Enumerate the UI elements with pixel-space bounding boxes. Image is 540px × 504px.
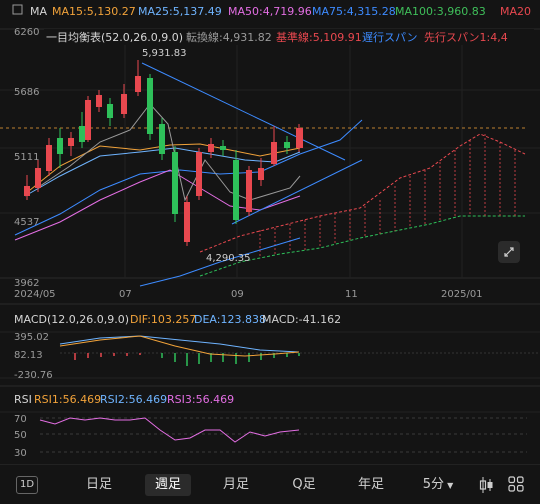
ichimoku-label[interactable]: 一目均衡表(52.0,26.0,9.0) — [46, 30, 183, 44]
kijun-value: 基準線:5,109.91 — [276, 30, 362, 44]
tab-yearly[interactable]: 年足 — [348, 474, 394, 496]
ma-label[interactable]: MA — [30, 5, 47, 18]
period-toolbar: 1D 日足 週足 月足 Q足 年足 5分 ▼ — [0, 464, 540, 504]
tab-monthly[interactable]: 月足 — [213, 474, 259, 496]
macd-tick: -230.76 — [14, 370, 53, 381]
chart-canvas[interactable]: MA MA15:5,130.27 MA25:5,137.49 MA50:4,71… — [0, 0, 540, 464]
candlesticks — [24, 60, 303, 246]
macd-tick: 395.02 — [14, 332, 49, 343]
ma25-value: MA25:5,137.49 — [138, 5, 222, 18]
time-tick: 2025/01 — [441, 289, 483, 300]
rsi-tick: 30 — [14, 448, 27, 459]
interval-label: 5分 — [422, 477, 445, 492]
ma100-value: MA100:3,960.83 — [395, 5, 486, 18]
tenkan-value: 転換線:4,931.82 — [186, 30, 272, 44]
rsi1-value: RSI1:56.469 — [34, 393, 101, 406]
time-tick: 11 — [345, 289, 358, 300]
time-tick: 2024/05 — [14, 289, 56, 300]
macd-tick: 82.13 — [14, 350, 43, 361]
time-tick: 09 — [231, 289, 244, 300]
macd-label[interactable]: MACD(12.0,26.0,9.0) — [14, 313, 129, 326]
price-tick: 3962 — [14, 278, 39, 289]
senkou-value: 先行スパン1:4,4 — [424, 31, 508, 44]
stock-chart-screen: MA MA15:5,130.27 MA25:5,137.49 MA50:4,71… — [0, 0, 540, 504]
rsi-label[interactable]: RSI — [14, 393, 32, 406]
price-tick: 5111 — [14, 152, 39, 163]
ma15-value: MA15:5,130.27 — [52, 5, 136, 18]
rsi-tick: 50 — [14, 430, 27, 441]
ma-legend: MA MA15:5,130.27 MA25:5,137.49 MA50:4,71… — [12, 4, 531, 18]
dea-line — [59, 335, 300, 353]
tab-daily[interactable]: 日足 — [76, 474, 122, 496]
rsi-tick: 70 — [14, 414, 27, 425]
tab-quarterly[interactable]: Q足 — [281, 474, 327, 496]
ma75-value: MA75:4,315.28 — [312, 5, 396, 18]
one-day-icon[interactable]: 1D — [16, 476, 38, 494]
price-tick: 6260 — [14, 27, 39, 38]
dea-value: DEA:123.838 — [194, 313, 266, 326]
low-price-annotation: 4,290.35 — [206, 253, 251, 264]
chikou-value: 遅行スパン — [362, 31, 418, 44]
price-tick: 5686 — [14, 87, 39, 98]
caret-down-icon: ▼ — [447, 481, 454, 490]
ma50-value: MA50:4,719.96 — [228, 5, 312, 18]
ma200-value: MA20 — [500, 5, 531, 18]
price-tick: 4537 — [14, 217, 39, 228]
macd-value: MACD:-41.162 — [262, 313, 341, 326]
macd-panel: MACD(12.0,26.0,9.0) DIF:103.257 DEA:123.… — [0, 303, 540, 381]
ma50-line — [14, 169, 301, 241]
dif-value: DIF:103.257 — [130, 313, 196, 326]
rsi-panel: RSI RSI1:56.469 RSI2:56.469 RSI3:56.469 … — [0, 385, 540, 459]
grid-menu-icon[interactable] — [508, 476, 524, 492]
rsi2-value: RSI2:56.469 — [100, 393, 167, 406]
rsi3-value: RSI3:56.469 — [167, 393, 234, 406]
interval-select[interactable]: 5分 ▼ — [418, 474, 458, 496]
high-price-annotation: 5,931.83 — [142, 48, 187, 59]
collapse-icon[interactable] — [12, 4, 23, 15]
rsi-line — [39, 417, 300, 443]
price-panel: 6260 5686 5111 4537 3962 一目均衡表(52.0,26.0… — [0, 27, 540, 300]
time-tick: 07 — [119, 289, 132, 300]
candle-style-icon[interactable] — [478, 476, 494, 494]
tab-weekly[interactable]: 週足 — [145, 474, 191, 496]
